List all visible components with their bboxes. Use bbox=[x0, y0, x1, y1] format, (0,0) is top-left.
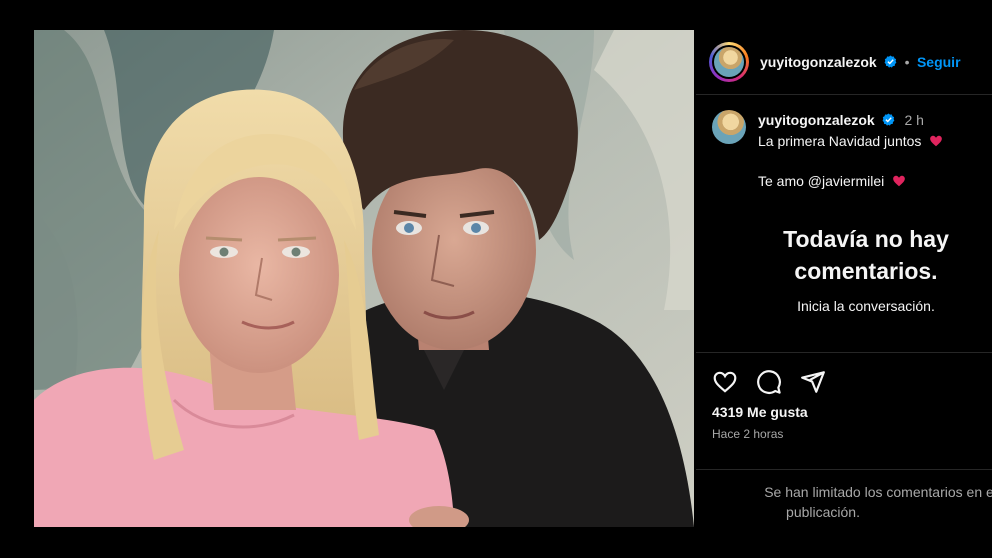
caption-header: yuyitogonzalezok 2 h bbox=[758, 112, 924, 128]
separator-dot: • bbox=[904, 54, 910, 70]
heart-outline-icon[interactable] bbox=[712, 369, 738, 395]
post-viewer: yuyitogonzalezok • Seguir yuyitogonzalez… bbox=[34, 30, 992, 527]
follow-button[interactable]: Seguir bbox=[917, 54, 961, 70]
limited-line1: Se han limitado los comentarios en e bbox=[764, 484, 992, 500]
selfie-image bbox=[34, 30, 694, 527]
caption-avatar[interactable] bbox=[712, 110, 746, 144]
empty-comments-title-line2: comentarios. bbox=[794, 258, 938, 284]
likes-count[interactable]: 4319 Me gusta bbox=[712, 404, 808, 420]
comment-icon[interactable] bbox=[756, 369, 782, 395]
empty-comments-subtitle: Inicia la conversación. bbox=[797, 298, 935, 314]
header-username[interactable]: yuyitogonzalezok bbox=[760, 54, 877, 70]
post-time[interactable]: 2 h bbox=[904, 112, 923, 128]
caption-line2[interactable]: Te amo @javiermilei bbox=[758, 173, 884, 189]
post-header: yuyitogonzalezok • Seguir bbox=[696, 30, 992, 95]
header-user-row: yuyitogonzalezok • Seguir bbox=[760, 54, 961, 72]
post-photo[interactable] bbox=[34, 30, 694, 527]
verified-badge-icon bbox=[882, 113, 894, 126]
caption-line1: La primera Navidad juntos bbox=[758, 133, 922, 149]
comments-limited-text: Se han limitado los comentarios en e pub… bbox=[714, 482, 992, 522]
avatar[interactable] bbox=[709, 42, 749, 82]
share-icon[interactable] bbox=[800, 369, 826, 395]
empty-comments-title-line1: Todavía no hay bbox=[783, 226, 949, 252]
post-sidebar: yuyitogonzalezok • Seguir yuyitogonzalez… bbox=[696, 30, 992, 527]
caption-username[interactable]: yuyitogonzalezok bbox=[758, 112, 875, 128]
caption-text-line2: Te amo @javiermilei bbox=[758, 173, 906, 189]
comments-limited-notice: Se han limitado los comentarios en e pub… bbox=[696, 469, 992, 520]
post-date[interactable]: Hace 2 horas bbox=[712, 427, 783, 441]
limited-line2: publicación. bbox=[786, 504, 860, 520]
caption-text-line1: La primera Navidad juntos bbox=[758, 133, 943, 149]
red-heart-emoji-icon bbox=[893, 175, 905, 187]
verified-badge-icon bbox=[884, 55, 897, 68]
red-heart-emoji-icon bbox=[930, 135, 943, 147]
post-actions: 4319 Me gusta Hace 2 horas Se han limita… bbox=[696, 352, 992, 528]
